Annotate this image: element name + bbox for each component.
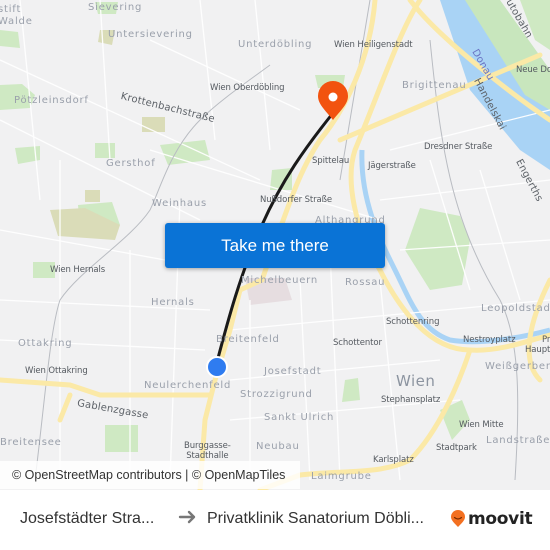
attribution-text[interactable]: © OpenStreetMap contributors | © OpenMap…	[12, 468, 285, 482]
label-weinhaus: Weinhaus	[152, 198, 207, 209]
label-sankt-ulrich: Sankt Ulrich	[264, 412, 335, 423]
label-hernals: Hernals	[151, 297, 195, 308]
label-neubau: Neubau	[256, 441, 300, 452]
label-breitensee: Breitensee	[0, 437, 62, 448]
map[interactable]: stift Walde Sievering Untersievering Unt…	[0, 0, 550, 490]
label-nussdorfer-strasse: Nußdorfer Straße	[260, 195, 333, 205]
label-wien-hernals: Wien Hernals	[50, 265, 106, 275]
label-untersievering: Untersievering	[108, 29, 193, 40]
moovit-wordmark: moovit	[468, 509, 533, 529]
label-nestroyplatz: Nestroyplatz	[463, 335, 516, 345]
label-weissgerber: Weißgerber	[485, 361, 550, 372]
label-ottakring: Ottakring	[18, 338, 73, 349]
label-rossau: Rossau	[345, 277, 386, 288]
label-gersthof: Gersthof	[106, 158, 156, 169]
label-schottenring: Schottenring	[386, 317, 440, 327]
arrow-right-icon	[178, 510, 196, 524]
label-stadtpark: Stadtpark	[436, 443, 477, 453]
label-laimgrube: Laimgrube	[311, 471, 372, 482]
label-hauptallee: Haupt	[525, 345, 550, 355]
label-landstrasse: Landstraße	[486, 435, 550, 446]
label-wien-ottakring: Wien Ottakring	[25, 366, 88, 376]
label-wien: Wien	[396, 372, 436, 390]
label-jaegerstrasse: Jägerstraße	[368, 161, 416, 171]
take-me-there-button[interactable]: Take me there	[165, 223, 385, 268]
label-michelbeuern: Michelbeuern	[241, 275, 319, 286]
label-brigittenau: Brigittenau	[402, 80, 467, 91]
label-wien-mitte: Wien Mitte	[459, 420, 504, 430]
origin-stop-name: Josefstädter Stra...	[20, 510, 155, 527]
origin-marker[interactable]	[206, 356, 228, 378]
label-josefstadt: Josefstadt	[264, 366, 322, 377]
label-neue-donau: Neue Do	[516, 65, 550, 75]
label-dresdner-strasse: Dresdner Straße	[424, 142, 493, 152]
label-praterstern: Pr	[542, 335, 550, 345]
label-wien-heiligenstadt: Wien Heiligenstadt	[334, 40, 413, 50]
label-wien-oberdoebling: Wien Oberdöbling	[210, 83, 285, 93]
label-strozzigrund: Strozzigrund	[240, 389, 313, 400]
label-stephansplatz: Stephansplatz	[381, 395, 441, 405]
label-stift-walde: stift Walde	[0, 4, 33, 27]
moovit-pin-icon	[451, 510, 465, 527]
label-schottentor: Schottentor	[333, 338, 382, 348]
label-unterdoebling: Unterdöbling	[238, 39, 313, 50]
label-leopoldstadt: Leopoldstadt	[481, 303, 550, 314]
route-footer: Josefstädter Stra... Privatklinik Sanato…	[0, 490, 550, 550]
moovit-logo[interactable]: moovit	[450, 509, 533, 529]
destination-stop-name: Privatklinik Sanatorium Döbli...	[207, 510, 424, 527]
destination-pin-icon[interactable]	[318, 81, 348, 120]
map-attribution[interactable]: © OpenStreetMap contributors | © OpenMap…	[0, 461, 300, 489]
label-breitenfeld: Breitenfeld	[216, 334, 280, 345]
label-karlsplatz: Karlsplatz	[373, 455, 414, 465]
label-spittelau: Spittelau	[312, 156, 350, 166]
label-neulerchenfeld: Neulerchenfeld	[144, 380, 232, 391]
label-poetzleinsdorf: Pötzleinsdorf	[14, 95, 89, 106]
label-sievering: Sievering	[88, 2, 143, 13]
label-burggasse-stadthalle: Burggasse- Stadthalle	[184, 441, 231, 461]
